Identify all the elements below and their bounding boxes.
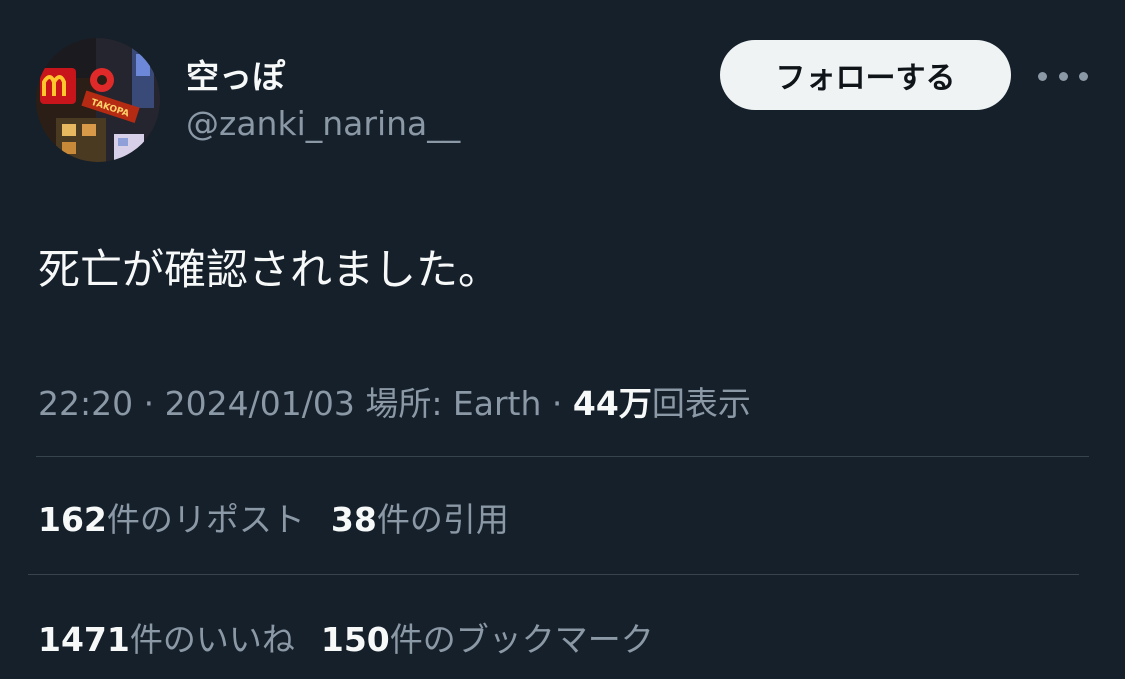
user-handle[interactable]: @zanki_narina__: [186, 104, 460, 143]
more-options-icon: [1058, 71, 1068, 81]
engagement-stats-row: 1471件のいいね 150件のブックマーク: [38, 613, 654, 661]
tweet-date[interactable]: 2024/01/03: [165, 384, 355, 423]
meta-separator: ·: [551, 384, 563, 423]
bookmarks-stat[interactable]: 150件のブックマーク: [321, 613, 654, 661]
reposts-stat[interactable]: 162件のリポスト: [38, 493, 305, 541]
likes-stat[interactable]: 1471件のいいね: [38, 613, 295, 661]
bookmarks-label: 件のブックマーク: [389, 620, 654, 659]
avatar[interactable]: TAKOPA: [36, 38, 160, 162]
reposts-count: 162: [38, 500, 107, 539]
display-name[interactable]: 空っぽ: [186, 50, 285, 98]
follow-button[interactable]: フォローする: [720, 40, 1011, 110]
tweet-meta: 22:20 · 2024/01/03 場所: Earth · 44万回表示: [38, 377, 751, 425]
reposts-label: 件のリポスト: [106, 500, 305, 539]
avatar-photo-icon: TAKOPA: [36, 38, 160, 162]
divider: [28, 574, 1079, 575]
views-count[interactable]: 44万: [573, 384, 652, 423]
likes-count: 1471: [38, 620, 130, 659]
quotes-label: 件の引用: [376, 500, 509, 539]
follow-button-label: フォローする: [775, 61, 956, 96]
quotes-count: 38: [330, 500, 377, 539]
tweet-time[interactable]: 22:20: [38, 384, 133, 423]
likes-label: 件のいいね: [129, 620, 295, 659]
meta-separator: ·: [143, 384, 155, 423]
engagement-stats-row: 162件のリポスト 38件の引用: [38, 493, 509, 541]
divider: [36, 456, 1089, 457]
views-label: 回表示: [651, 384, 751, 423]
bookmarks-count: 150: [320, 620, 390, 659]
more-options-icon: [1079, 71, 1088, 81]
more-options-icon: [1038, 71, 1047, 81]
tweet-text: 死亡が確認されました。: [38, 245, 501, 294]
quotes-stat[interactable]: 38件の引用: [331, 493, 509, 541]
tweet-location: 場所: Earth: [365, 384, 542, 423]
more-options-button[interactable]: [1038, 56, 1088, 96]
